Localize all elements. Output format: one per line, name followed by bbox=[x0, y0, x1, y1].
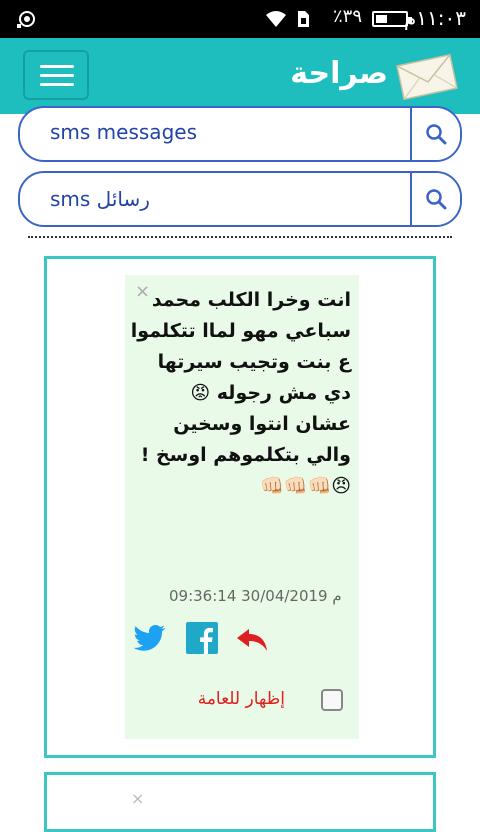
message-card: × انت وخرا الكلب محمد سباعي مهو لماا تتك… bbox=[44, 256, 436, 758]
search-box-arabic[interactable]: رسائل sms bbox=[18, 171, 462, 227]
facebook-icon[interactable] bbox=[185, 621, 219, 655]
share-actions bbox=[133, 621, 273, 657]
status-time: ١١:٠٣م bbox=[403, 6, 466, 30]
message-timestamp: 09:36:14 30/04/2019 م bbox=[169, 587, 342, 605]
menu-icon-line bbox=[40, 83, 74, 86]
search-input[interactable]: sms messages bbox=[50, 120, 197, 144]
sim-icon bbox=[298, 11, 309, 27]
search-button[interactable] bbox=[410, 108, 460, 160]
search-icon bbox=[426, 124, 447, 145]
reply-icon[interactable] bbox=[235, 621, 269, 655]
status-bar: ٪٣٩ ١١:٠٣م bbox=[0, 0, 480, 38]
search-icon bbox=[426, 189, 447, 210]
search-input[interactable]: رسائل sms bbox=[50, 187, 150, 211]
search-button[interactable] bbox=[410, 173, 460, 225]
search-box-english[interactable]: sms messages bbox=[18, 106, 462, 162]
record-icon bbox=[17, 11, 35, 28]
menu-icon bbox=[40, 65, 74, 68]
twitter-icon[interactable] bbox=[133, 621, 167, 655]
public-toggle-row[interactable]: إظهار للعامة bbox=[133, 687, 351, 715]
battery-percent: ٪٣٩ bbox=[332, 6, 362, 27]
public-label: إظهار للعامة bbox=[197, 689, 285, 709]
menu-icon-line bbox=[40, 74, 74, 77]
menu-button[interactable] bbox=[23, 50, 89, 100]
divider bbox=[28, 236, 452, 238]
message-text: انت وخرا الكلب محمد سباعي مهو لماا تتكلم… bbox=[130, 289, 351, 497]
close-icon[interactable]: × bbox=[131, 789, 144, 808]
app-title: صراحة bbox=[290, 56, 388, 91]
wifi-icon bbox=[266, 11, 286, 27]
message-card-next: × bbox=[44, 772, 436, 832]
envelope-icon bbox=[396, 53, 458, 101]
message-bubble: × انت وخرا الكلب محمد سباعي مهو لماا تتك… bbox=[125, 275, 359, 739]
public-checkbox[interactable] bbox=[321, 689, 343, 711]
battery-icon bbox=[372, 11, 412, 27]
app-bar: صراحة bbox=[0, 38, 480, 114]
